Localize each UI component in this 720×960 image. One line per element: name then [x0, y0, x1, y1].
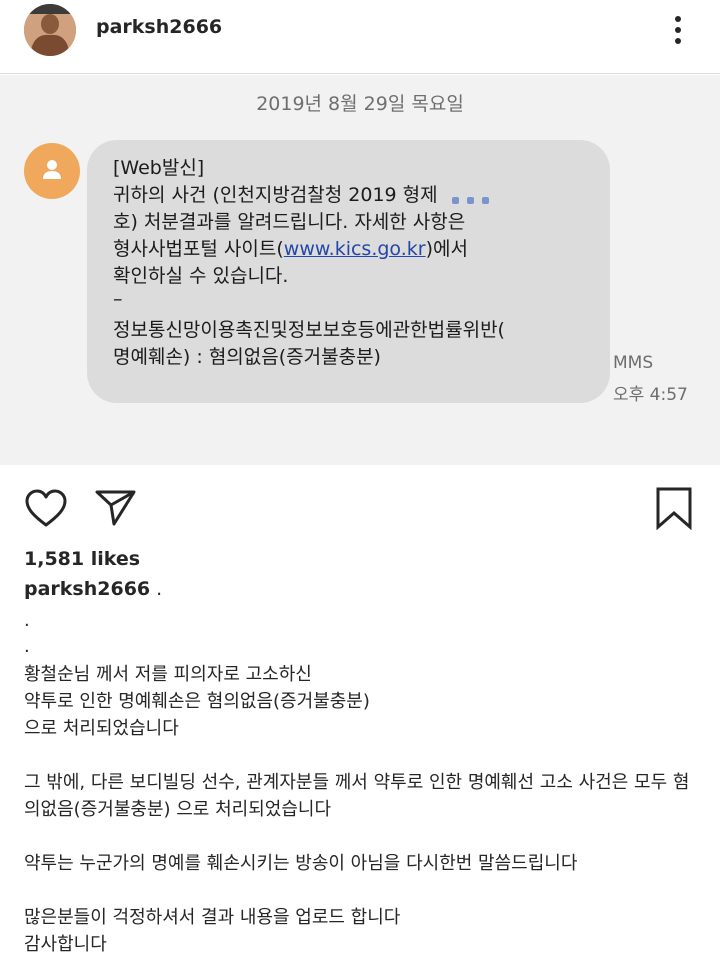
default-contact-icon: [24, 143, 80, 199]
post-actions: [0, 470, 720, 545]
message-line-with-link: 형사사법포털 사이트(www.kics.go.kr)에서: [113, 234, 468, 261]
redacted-case-number: [444, 187, 508, 205]
caption-line: 약투는 누군가의 명예를 훼손시키는 방송이 아님을 다시한번 말씀드립니다: [24, 853, 578, 874]
post-image[interactable]: 2019년 8월 29일 목요일 [Web발신] 귀하의 사건 (인천지방검찰청…: [0, 75, 720, 465]
caption-line: .: [24, 610, 30, 631]
sms-date: 2019년 8월 29일 목요일: [256, 93, 464, 115]
caption-line: 으로 처리되었습니다: [24, 718, 179, 739]
caption-line: 많은분들이 걱정하셔서 결과 내용을 업로드 합니다: [24, 907, 401, 928]
caption-author: parksh2666.: [24, 578, 162, 600]
message-line: 정보통신망이용촉진및정보보호등에관한법률위반(: [113, 319, 505, 341]
post-header: parksh2666: [0, 0, 720, 74]
caption-line: 그 밖에, 다른 보디빌딩 선수, 관계자분들 께서 약투로 인한 명예훼선 고…: [24, 772, 690, 793]
message-line: 호) 처분결과를 알려드립니다. 자세한 사항은: [113, 211, 466, 233]
header-username[interactable]: parksh2666: [96, 16, 222, 38]
message-line: –: [113, 288, 123, 310]
bookmark-icon[interactable]: [655, 486, 693, 534]
message-line: [Web발신]: [113, 157, 205, 179]
message-line: 명예훼손) : 혐의없음(증거불충분): [113, 346, 381, 368]
paper-plane-icon[interactable]: [94, 488, 138, 532]
caption-line: .: [24, 636, 30, 657]
caption-username[interactable]: parksh2666: [24, 578, 150, 600]
caption-line: 약투로 인한 명예훼손은 혐의없음(증거불충분): [24, 691, 370, 712]
message-line-text: 형사사법포털 사이트(: [113, 238, 284, 260]
caption-first-text: .: [156, 578, 163, 600]
message-line: 확인하실 수 있습니다.: [113, 265, 289, 287]
caption-line: 감사합니다: [24, 934, 107, 955]
more-options-icon[interactable]: [664, 10, 692, 50]
message-type: MMS: [613, 353, 654, 373]
likes-count[interactable]: 1,581 likes: [24, 548, 140, 570]
message-time: 오후 4:57: [613, 385, 688, 405]
caption-line: 의없음(증거불충분) 으로 처리되었습니다: [24, 799, 332, 820]
message-line-with-redaction: 귀하의 사건 (인천지방검찰청 2019 형제: [113, 180, 508, 207]
message-line-text: 귀하의 사건 (인천지방검찰청 2019 형제: [113, 184, 438, 206]
heart-icon[interactable]: [24, 488, 68, 532]
caption-line: 황철순님 께서 저를 피의자로 고소하신: [24, 664, 312, 685]
profile-photo-icon[interactable]: [24, 4, 76, 56]
message-line-text: )에서: [425, 238, 468, 260]
kics-link[interactable]: www.kics.go.kr: [284, 238, 426, 260]
